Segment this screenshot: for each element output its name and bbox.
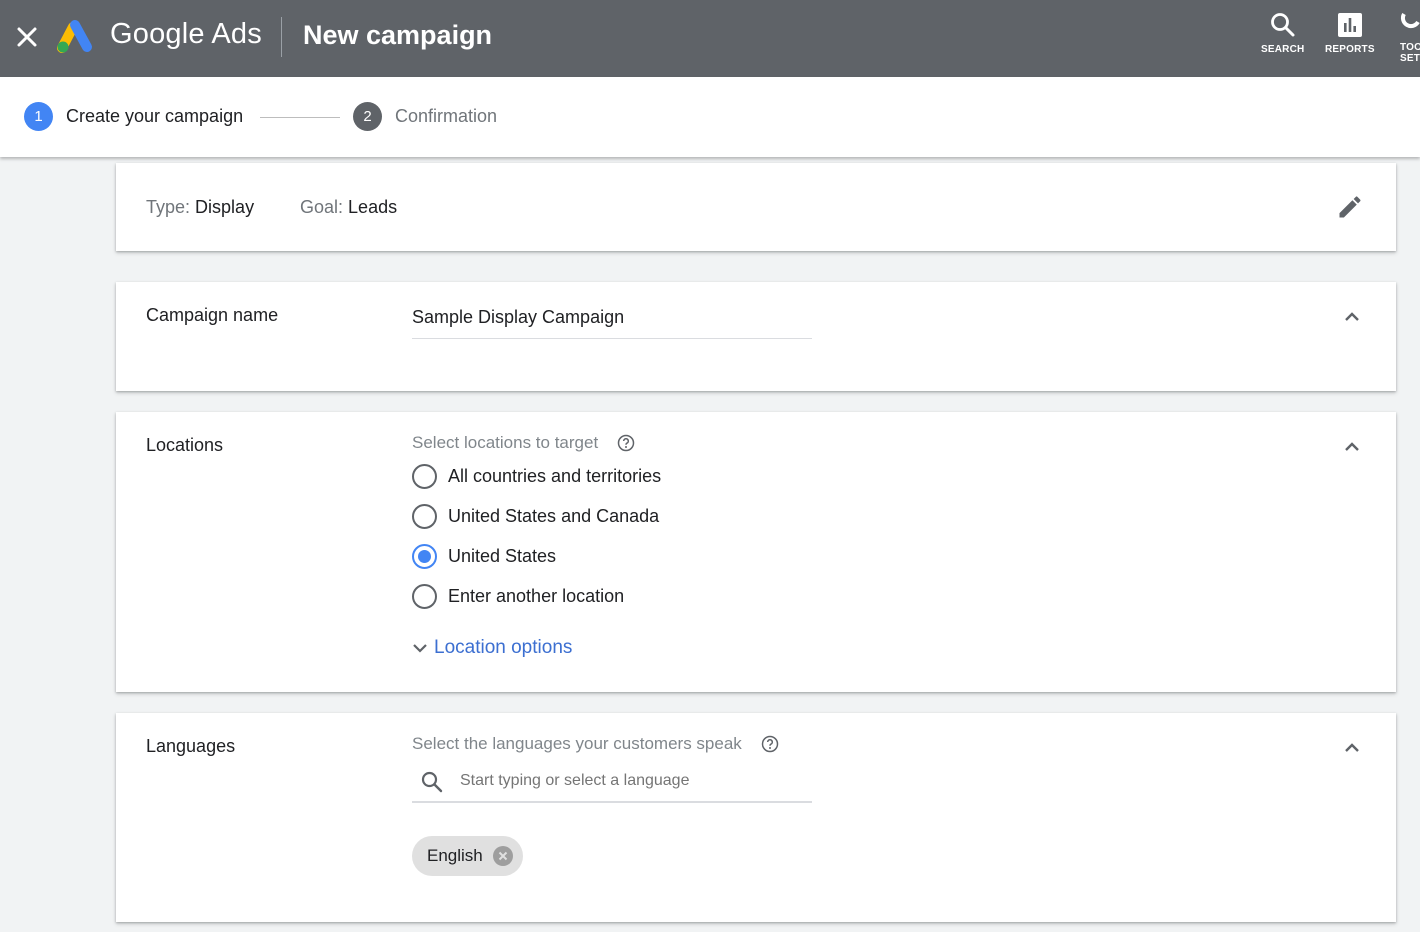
location-options-text: Location options — [434, 637, 573, 658]
close-icon — [498, 851, 507, 861]
language-chip-label: English — [427, 846, 483, 865]
locations-card: Locations Select locations to target All… — [116, 412, 1396, 692]
location-option-label: All countries and territories — [448, 466, 662, 486]
campaign-name-input[interactable]: Sample Display Campaign — [412, 307, 624, 328]
reports-icon — [1337, 13, 1362, 37]
reports-label: REPORTS — [1325, 44, 1375, 55]
search-button[interactable]: SEARCH — [1261, 12, 1304, 55]
location-options-link[interactable]: Location options — [412, 637, 572, 659]
search-icon — [421, 771, 443, 793]
languages-card: Languages Select the languages your cust… — [116, 713, 1396, 922]
languages-hint: Select the languages your customers spea… — [412, 734, 742, 753]
campaign-name-label: Campaign name — [146, 305, 279, 325]
locations-hint: Select locations to target — [412, 433, 599, 452]
step-1-number: 1 — [24, 102, 53, 131]
search-label: SEARCH — [1261, 44, 1305, 55]
campaign-summary-card: Type: Display Goal: Leads — [116, 163, 1396, 251]
google-ads-logo-icon — [57, 20, 92, 53]
type-summary: Type: Display — [146, 197, 254, 218]
page-title: New campaign — [303, 20, 493, 50]
goal-key: Goal: — [300, 197, 344, 217]
step-1-label: Create your campaign — [66, 106, 244, 126]
type-key: Type: — [146, 197, 191, 217]
tools-label-line2: SET — [1400, 53, 1420, 64]
edit-button[interactable] — [1336, 193, 1364, 221]
pencil-icon — [1339, 196, 1361, 218]
location-option-other[interactable]: Enter another location — [412, 584, 624, 609]
collapse-chevron-icon[interactable] — [1342, 738, 1362, 758]
location-option-label: United States and Canada — [448, 506, 660, 526]
brand-divider — [281, 17, 282, 57]
radio-button[interactable] — [412, 464, 437, 489]
search-icon — [1270, 13, 1295, 37]
campaign-name-card: Campaign name Sample Display Campaign — [116, 282, 1396, 391]
collapse-chevron-icon[interactable] — [1342, 307, 1362, 327]
stepper: 1 Create your campaign 2 Confirmation — [0, 77, 1420, 157]
language-search-underline — [412, 801, 812, 803]
tools-label: TOO SET — [1400, 42, 1420, 64]
close-icon — [17, 27, 37, 47]
reports-button[interactable]: REPORTS — [1325, 12, 1375, 55]
locations-label: Locations — [146, 435, 224, 455]
location-option-all[interactable]: All countries and territories — [412, 464, 661, 489]
collapse-chevron-icon[interactable] — [1342, 437, 1362, 457]
tools-label-line1: TOO — [1400, 42, 1420, 53]
step-2-label: Confirmation — [395, 106, 498, 126]
app-bar: Google Ads New campaign SEARCH REPORTS T… — [0, 0, 1420, 77]
tools-icon — [1400, 13, 1420, 29]
location-option-us[interactable]: United States — [412, 544, 556, 569]
radio-button[interactable] — [412, 584, 437, 609]
goal-value: Leads — [348, 197, 398, 217]
brand-name: Google Ads — [110, 18, 262, 50]
type-value: Display — [195, 197, 255, 217]
languages-label: Languages — [146, 736, 236, 756]
radio-button-checked[interactable] — [412, 544, 437, 569]
help-icon[interactable] — [761, 735, 779, 753]
goal-summary: Goal: Leads — [300, 197, 397, 218]
chevron-down-icon — [413, 644, 427, 653]
radio-button[interactable] — [412, 504, 437, 529]
close-button[interactable] — [12, 22, 42, 52]
campaign-name-underline — [412, 338, 812, 339]
step-2-number: 2 — [353, 102, 382, 131]
step-connector — [260, 117, 340, 118]
location-option-label: Enter another location — [448, 586, 625, 606]
language-chip-english: English — [412, 836, 523, 876]
tools-settings-button[interactable]: TOO SET — [1400, 12, 1420, 64]
location-option-us-canada[interactable]: United States and Canada — [412, 504, 659, 529]
help-icon[interactable] — [617, 434, 635, 452]
language-search-input[interactable] — [460, 768, 810, 794]
remove-language-button[interactable] — [492, 846, 513, 866]
location-option-label: United States — [448, 546, 557, 566]
